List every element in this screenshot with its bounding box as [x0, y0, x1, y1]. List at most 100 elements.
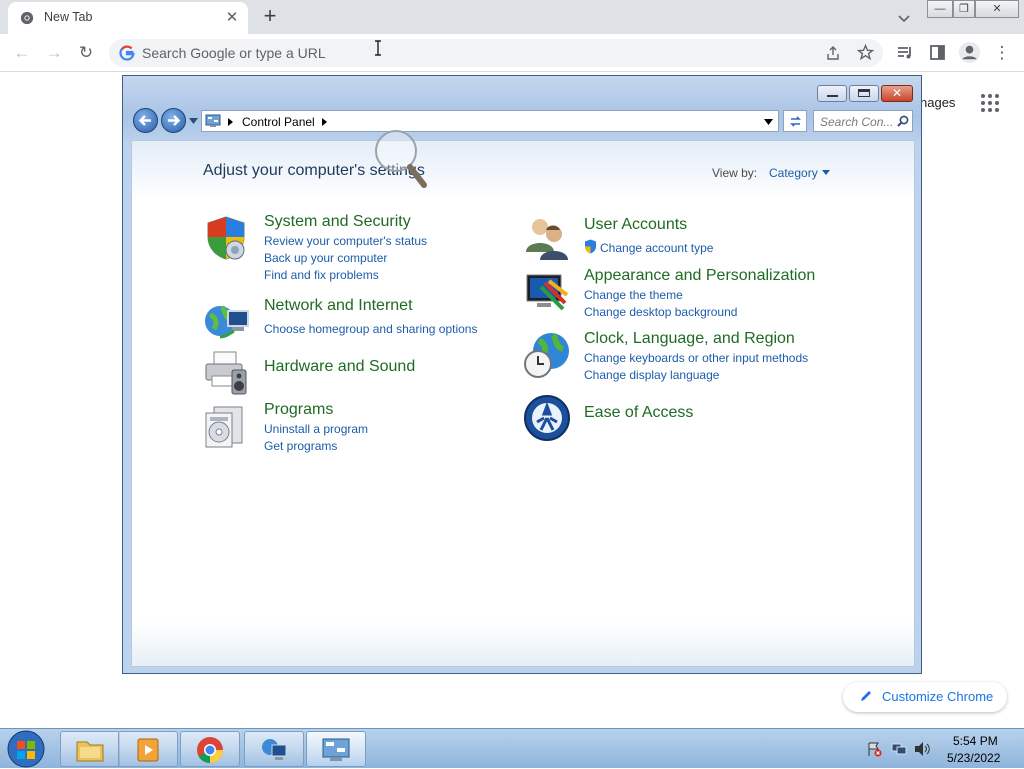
windows-taskbar: 5:54 PM 5/23/2022 — [0, 728, 1024, 768]
forward-arrow-icon — [168, 115, 181, 126]
cp-forward-button[interactable] — [161, 108, 186, 133]
category-clock-language-region[interactable]: Clock, Language, and Region — [584, 330, 795, 348]
google-apps-icon[interactable] — [980, 93, 1000, 113]
link-change-theme[interactable]: Change the theme — [584, 288, 683, 302]
magnifier-animation-icon — [375, 130, 427, 188]
taskbar-explorer-button[interactable] — [60, 731, 120, 767]
new-tab-button[interactable]: + — [258, 5, 282, 29]
cp-maximize-button[interactable] — [849, 85, 879, 102]
network-computer-icon — [262, 739, 287, 760]
volume-icon[interactable] — [914, 741, 932, 757]
network-tray-icon[interactable] — [891, 741, 907, 757]
taskbar-network-button[interactable] — [244, 731, 304, 767]
text-cursor-icon — [375, 40, 381, 56]
media-list-icon[interactable] — [896, 44, 914, 62]
printer-icon[interactable] — [202, 348, 250, 396]
link-get-programs[interactable]: Get programs — [264, 439, 337, 453]
search-icon — [897, 115, 909, 127]
images-link[interactable]: nages — [920, 95, 955, 110]
side-panel-icon[interactable] — [929, 44, 946, 61]
tab-search-chevron-icon[interactable] — [894, 8, 914, 28]
programs-icon[interactable] — [202, 403, 250, 451]
breadcrumb-arrow-icon[interactable] — [322, 118, 327, 126]
recent-pages-dropdown-icon[interactable] — [189, 118, 198, 124]
category-network-internet[interactable]: Network and Internet — [264, 297, 413, 315]
shield-icon[interactable] — [202, 214, 250, 262]
cp-search-placeholder: Search Con... — [820, 115, 894, 129]
link-homegroup[interactable]: Choose homegroup and sharing options — [264, 322, 477, 336]
taskbar-chrome-button[interactable] — [180, 731, 240, 767]
address-dropdown-icon[interactable] — [764, 119, 773, 125]
chrome-icon — [197, 737, 223, 764]
tab-strip: New Tab ✕ + — ❐ ✕ — [0, 0, 1024, 34]
omnibox-placeholder: Search Google or type a URL — [142, 45, 326, 61]
category-system-security[interactable]: System and Security — [264, 213, 411, 231]
tab-title: New Tab — [44, 10, 93, 24]
cp-navigation-bar: Control Panel Search Con... — [131, 106, 915, 136]
taskbar-control-panel-button[interactable] — [306, 731, 366, 767]
category-appearance[interactable]: Appearance and Personalization — [584, 267, 815, 285]
link-back-up[interactable]: Back up your computer — [264, 251, 387, 265]
back-arrow-icon — [138, 115, 151, 126]
forward-arrow-icon[interactable]: → — [42, 41, 66, 65]
bookmark-star-icon[interactable] — [857, 44, 874, 61]
uac-shield-icon — [585, 239, 596, 254]
monitor-paint-icon[interactable] — [523, 269, 571, 317]
google-g-icon — [119, 45, 135, 61]
customize-chrome-label: Customize Chrome — [882, 689, 994, 704]
network-globe-icon[interactable] — [202, 297, 250, 345]
users-icon[interactable] — [523, 214, 571, 262]
reload-icon[interactable]: ↻ — [74, 41, 98, 65]
view-by-label: View by: — [712, 166, 758, 180]
refresh-arrows-icon — [790, 116, 801, 127]
cp-close-button[interactable]: ✕ — [881, 85, 913, 102]
link-find-fix[interactable]: Find and fix problems — [264, 268, 379, 282]
clock-time[interactable]: 5:54 PM — [953, 734, 998, 748]
breadcrumb-arrow-icon[interactable] — [228, 118, 233, 126]
cp-address-bar[interactable]: Control Panel — [201, 110, 779, 132]
share-icon[interactable] — [825, 45, 841, 61]
clock-globe-icon[interactable] — [523, 331, 571, 379]
media-player-icon — [137, 738, 159, 762]
control-panel-icon — [322, 738, 350, 761]
taskbar-media-player-button[interactable] — [118, 731, 178, 767]
control-panel-icon — [205, 114, 221, 127]
ease-of-access-icon[interactable] — [523, 394, 571, 442]
cp-back-button[interactable] — [133, 108, 158, 133]
link-display-language[interactable]: Change display language — [584, 368, 719, 382]
window-minimize-button[interactable]: — — [927, 0, 953, 18]
category-user-accounts[interactable]: User Accounts — [584, 216, 687, 234]
customize-chrome-button[interactable]: Customize Chrome — [843, 682, 1007, 712]
back-arrow-icon[interactable]: ← — [10, 41, 34, 65]
profile-avatar-icon[interactable] — [958, 41, 981, 64]
cp-content-area: Adjust your computer's settings View by:… — [131, 130, 915, 667]
chrome-menu-icon[interactable]: ⋮ — [990, 41, 1014, 65]
browser-toolbar: ← → ↻ Search Google or type a URL ⋮ — [0, 34, 1024, 72]
tab-close-icon[interactable]: ✕ — [222, 8, 242, 28]
omnibox[interactable]: Search Google or type a URL — [109, 39, 883, 67]
pencil-icon — [861, 691, 871, 701]
chrome-favicon-icon — [20, 11, 34, 25]
tab-new-tab[interactable]: New Tab ✕ — [8, 2, 248, 34]
link-desktop-background[interactable]: Change desktop background — [584, 305, 737, 319]
cp-minimize-button[interactable] — [817, 85, 847, 102]
clock-date[interactable]: 5/23/2022 — [947, 751, 1000, 765]
action-center-flag-icon[interactable] — [866, 741, 882, 757]
folder-icon — [76, 741, 104, 762]
link-change-account-type[interactable]: Change account type — [600, 241, 713, 255]
link-uninstall[interactable]: Uninstall a program — [264, 422, 368, 436]
cp-refresh-button[interactable] — [783, 110, 807, 132]
cp-search-box[interactable]: Search Con... — [813, 110, 913, 132]
view-by-chevron-icon[interactable] — [822, 170, 830, 175]
window-close-button[interactable]: ✕ — [975, 0, 1019, 18]
breadcrumb-control-panel[interactable]: Control Panel — [242, 115, 315, 129]
category-hardware-sound[interactable]: Hardware and Sound — [264, 358, 415, 376]
window-restore-button[interactable]: ❐ — [953, 0, 975, 18]
link-change-keyboards[interactable]: Change keyboards or other input methods — [584, 351, 808, 365]
start-button-icon[interactable] — [6, 729, 46, 769]
control-panel-window: ✕ Control Panel Search Con... Adjust you… — [122, 75, 922, 674]
category-programs[interactable]: Programs — [264, 401, 333, 419]
category-ease-of-access[interactable]: Ease of Access — [584, 404, 693, 422]
link-review-status[interactable]: Review your computer's status — [264, 234, 427, 248]
view-by-dropdown[interactable]: Category — [769, 166, 818, 180]
